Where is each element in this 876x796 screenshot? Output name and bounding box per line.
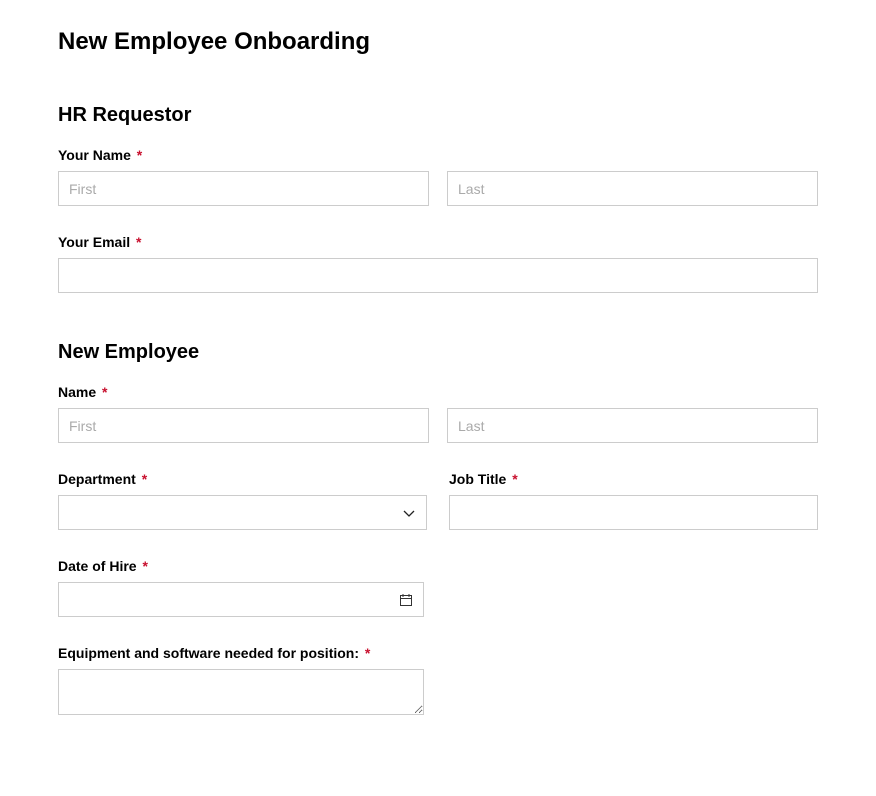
field-date-of-hire: Date of Hire * (58, 558, 818, 617)
label-date-of-hire: Date of Hire * (58, 558, 818, 574)
field-your-name: Your Name * (58, 147, 818, 206)
required-mark: * (365, 645, 370, 661)
required-mark: * (102, 384, 107, 400)
label-employee-name: Name * (58, 384, 818, 400)
hr-requestor-section: HR Requestor Your Name * Your Email * (58, 104, 818, 293)
chevron-down-icon (402, 506, 416, 520)
equipment-textarea[interactable] (58, 669, 424, 715)
section-title-new-employee: New Employee (58, 341, 818, 364)
your-name-first-input[interactable] (58, 171, 429, 206)
job-title-input[interactable] (449, 495, 818, 530)
label-text: Your Name (58, 147, 131, 163)
label-your-email: Your Email * (58, 234, 818, 250)
label-text: Name (58, 384, 96, 400)
label-text: Job Title (449, 471, 506, 487)
field-department-jobtitle: Department * Job Title * (58, 471, 818, 530)
label-equipment: Equipment and software needed for positi… (58, 645, 818, 661)
required-mark: * (512, 471, 517, 487)
calendar-icon (399, 593, 413, 607)
field-equipment: Equipment and software needed for positi… (58, 645, 818, 720)
new-employee-section: New Employee Name * Department * (58, 341, 818, 720)
section-title-hr-requestor: HR Requestor (58, 104, 818, 127)
label-text: Your Email (58, 234, 130, 250)
required-mark: * (136, 234, 141, 250)
employee-name-first-input[interactable] (58, 408, 429, 443)
department-select[interactable] (58, 495, 427, 530)
required-mark: * (137, 147, 142, 163)
field-your-email: Your Email * (58, 234, 818, 293)
required-mark: * (142, 471, 147, 487)
label-text: Date of Hire (58, 558, 137, 574)
employee-name-last-input[interactable] (447, 408, 818, 443)
field-employee-name: Name * (58, 384, 818, 443)
label-text: Equipment and software needed for positi… (58, 645, 359, 661)
label-text: Department (58, 471, 136, 487)
label-department: Department * (58, 471, 427, 487)
required-mark: * (142, 558, 147, 574)
your-name-last-input[interactable] (447, 171, 818, 206)
label-job-title: Job Title * (449, 471, 818, 487)
date-of-hire-input[interactable] (58, 582, 424, 617)
page-title: New Employee Onboarding (58, 28, 818, 56)
label-your-name: Your Name * (58, 147, 818, 163)
your-email-input[interactable] (58, 258, 818, 293)
